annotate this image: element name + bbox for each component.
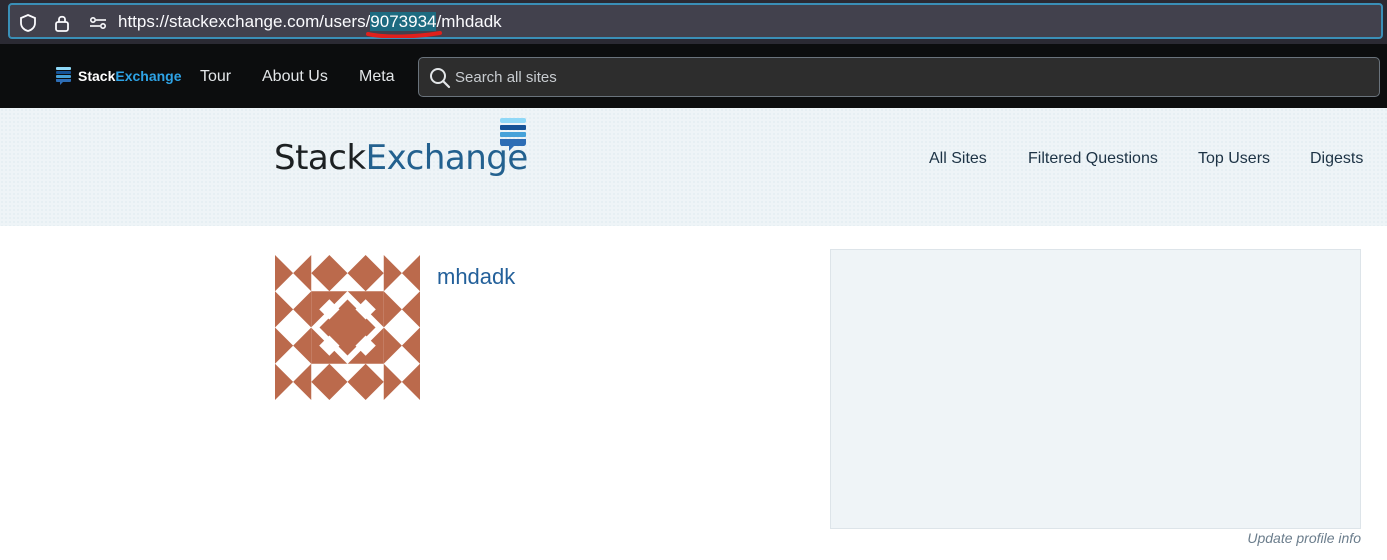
update-profile-link[interactable]: Update profile info (1247, 530, 1361, 546)
url-prefix: https://stackexchange.com/users/ (118, 12, 371, 31)
url-user-id-highlight: 9073934 (370, 12, 437, 31)
profile-info-panel (830, 249, 1361, 529)
stackexchange-logo-small[interactable]: Stack Exchange (56, 66, 182, 86)
logo-word-stack: Stack (78, 68, 116, 84)
permissions-icon[interactable] (88, 13, 108, 33)
site-link-top-users[interactable]: Top Users (1198, 150, 1270, 168)
nav-link-about-us[interactable]: About Us (262, 68, 328, 86)
site-header: StackExchange All Sites Filtered Questio… (0, 108, 1387, 226)
search-box[interactable] (418, 57, 1380, 97)
logo-word-stack: Stack (274, 138, 366, 178)
site-link-all-sites[interactable]: All Sites (929, 150, 987, 168)
search-input[interactable] (455, 58, 1355, 96)
red-annotation-underline (366, 31, 442, 38)
url-suffix: /mhdadk (436, 12, 502, 31)
nav-link-tour[interactable]: Tour (200, 68, 231, 86)
site-link-digests[interactable]: Digests (1310, 150, 1363, 168)
url-text[interactable]: https://stackexchange.com/users/9073934/… (118, 12, 502, 32)
logo-word-exchange: Exchange (115, 68, 182, 84)
browser-toolbar: https://stackexchange.com/users/9073934/… (0, 0, 1387, 44)
shield-icon[interactable] (18, 13, 38, 33)
top-navigation: Stack Exchange Tour About Us Meta (0, 44, 1387, 108)
stackexchange-logo-icon (500, 118, 526, 151)
avatar[interactable] (275, 255, 420, 400)
lock-icon[interactable] (52, 13, 72, 33)
stackexchange-logo-icon (56, 67, 71, 85)
site-link-filtered-questions[interactable]: Filtered Questions (1028, 150, 1158, 168)
stackexchange-logo[interactable]: StackExchange (274, 138, 528, 178)
address-bar[interactable]: https://stackexchange.com/users/9073934/… (8, 3, 1383, 39)
username-link[interactable]: mhdadk (437, 264, 515, 290)
search-icon (429, 67, 451, 89)
nav-link-meta[interactable]: Meta (359, 68, 395, 86)
